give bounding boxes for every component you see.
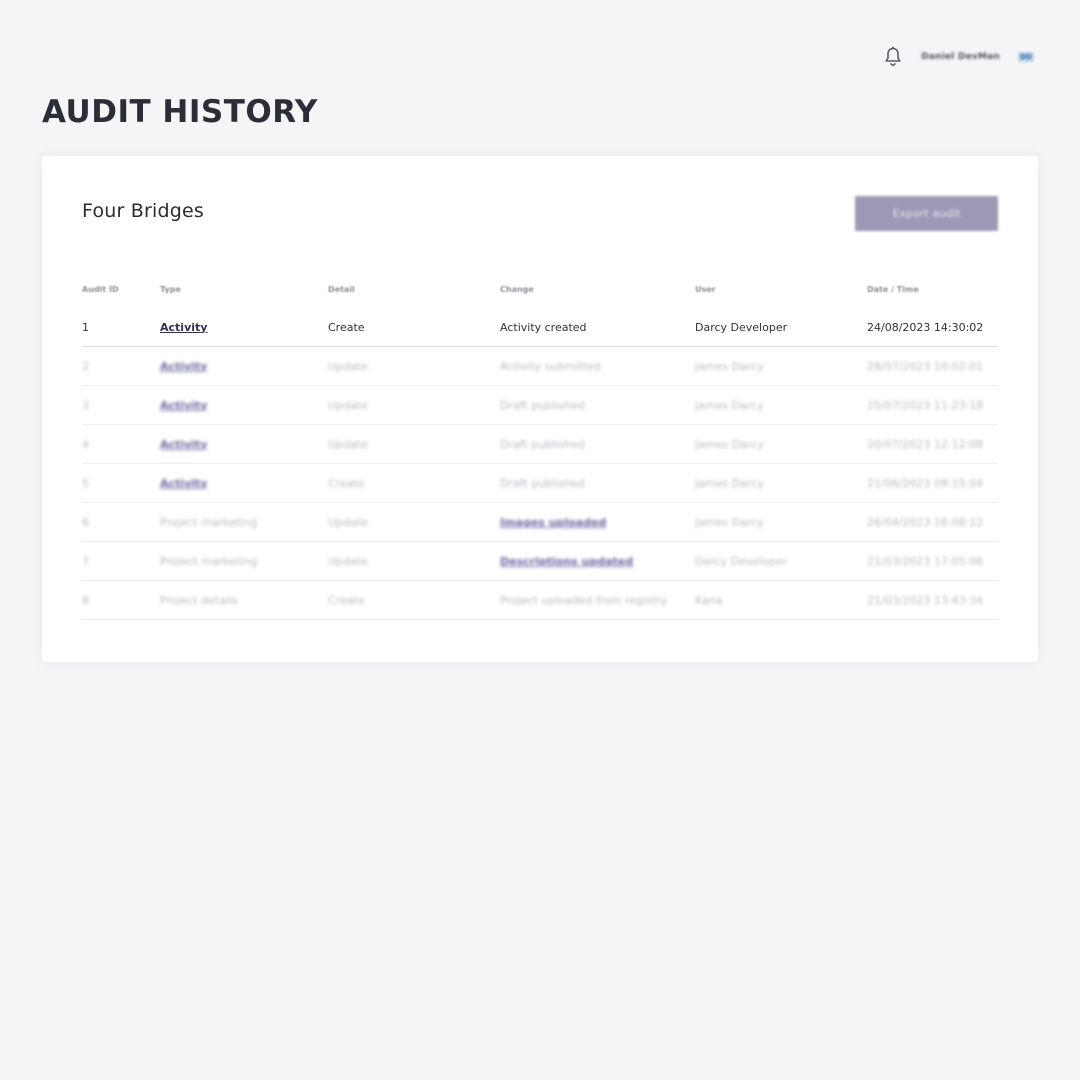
cell-detail: Create: [328, 463, 500, 503]
cell-detail: Update: [328, 541, 500, 581]
cell-change: Draft published: [500, 385, 695, 425]
cell-user: Darcy Developer: [695, 541, 867, 581]
change-link[interactable]: Images uploaded: [500, 516, 606, 529]
column-header-audit-id[interactable]: Audit ID: [82, 270, 160, 308]
cell-type: Project details: [160, 580, 328, 620]
cell-datetime: 21/03/2023 13:43:34: [867, 580, 998, 620]
audit-card: Four Bridges Export audit Audit ID Type …: [42, 156, 1038, 662]
cell-detail: Update: [328, 346, 500, 386]
cell-datetime: 28/07/2023 10:02:01: [867, 346, 998, 386]
bell-icon[interactable]: [883, 46, 903, 68]
cell-change: Draft published: [500, 424, 695, 464]
cell-type: Activity: [160, 308, 328, 347]
cell-change: Descriptions updated: [500, 541, 695, 581]
cell-audit-id: 7: [82, 541, 160, 581]
cell-user: Darcy Developer: [695, 308, 867, 347]
table-row[interactable]: 6 Project marketing Update Images upload…: [82, 502, 998, 542]
audit-table: Audit ID Type Detail Change User Date / …: [82, 270, 998, 620]
type-link[interactable]: Activity: [160, 477, 207, 490]
card-title: Four Bridges: [82, 200, 205, 222]
cell-audit-id: 6: [82, 502, 160, 542]
cell-detail: Create: [328, 580, 500, 620]
column-header-user[interactable]: User: [695, 270, 867, 308]
export-audit-button[interactable]: Export audit: [855, 196, 998, 231]
cell-datetime: 24/08/2023 14:30:02: [867, 308, 998, 347]
cell-type: Activity: [160, 463, 328, 503]
cell-datetime: 21/06/2023 09:15:04: [867, 463, 998, 503]
cell-user: James Darcy: [695, 463, 867, 503]
column-header-type[interactable]: Type: [160, 270, 328, 308]
column-header-detail[interactable]: Detail: [328, 270, 500, 308]
page-title: AUDIT HISTORY: [42, 94, 318, 130]
table-header: Audit ID Type Detail Change User Date / …: [82, 270, 998, 308]
change-link[interactable]: Descriptions updated: [500, 555, 633, 568]
cell-user: James Darcy: [695, 502, 867, 542]
cell-change: Project uploaded from registry: [500, 580, 695, 620]
table-row[interactable]: 2 Activity Update Activity submitted Jam…: [82, 346, 998, 386]
user-name[interactable]: Daniel DevMan: [921, 52, 1000, 62]
column-header-change[interactable]: Change: [500, 270, 695, 308]
cell-user: James Darcy: [695, 346, 867, 386]
cell-audit-id: 1: [82, 308, 160, 347]
cell-audit-id: 3: [82, 385, 160, 425]
cell-user: James Darcy: [695, 424, 867, 464]
cell-audit-id: 2: [82, 346, 160, 386]
cell-type: Project marketing: [160, 502, 328, 542]
cell-user: Kana: [695, 580, 867, 620]
cell-type: Project marketing: [160, 541, 328, 581]
cell-detail: Update: [328, 502, 500, 542]
cell-change: Images uploaded: [500, 502, 695, 542]
table-body: 1 Activity Create Activity created Darcy…: [82, 308, 998, 620]
cell-type: Activity: [160, 424, 328, 464]
cell-datetime: 26/04/2023 16:08:12: [867, 502, 998, 542]
table-row[interactable]: 4 Activity Update Draft published James …: [82, 424, 998, 464]
avatar[interactable]: DD: [1018, 52, 1034, 62]
type-link[interactable]: Activity: [160, 360, 207, 373]
cell-change: Activity submitted: [500, 346, 695, 386]
cell-detail: Create: [328, 308, 500, 347]
cell-audit-id: 5: [82, 463, 160, 503]
cell-detail: Update: [328, 385, 500, 425]
type-link[interactable]: Activity: [160, 438, 207, 451]
cell-datetime: 21/03/2023 17:05:06: [867, 541, 998, 581]
cell-user: James Darcy: [695, 385, 867, 425]
table-row[interactable]: 8 Project details Create Project uploade…: [82, 580, 998, 620]
table-row[interactable]: 7 Project marketing Update Descriptions …: [82, 541, 998, 581]
cell-change: Activity created: [500, 308, 695, 347]
cell-audit-id: 8: [82, 580, 160, 620]
table-row[interactable]: 5 Activity Create Draft published James …: [82, 463, 998, 503]
table-row[interactable]: 3 Activity Update Draft published James …: [82, 385, 998, 425]
type-link[interactable]: Activity: [160, 321, 207, 334]
type-link[interactable]: Activity: [160, 399, 207, 412]
cell-audit-id: 4: [82, 424, 160, 464]
top-bar: Daniel DevMan DD: [883, 44, 1034, 70]
cell-datetime: 25/07/2023 11:23:18: [867, 385, 998, 425]
cell-change: Draft published: [500, 463, 695, 503]
table-row[interactable]: 1 Activity Create Activity created Darcy…: [82, 308, 998, 347]
cell-type: Activity: [160, 346, 328, 386]
cell-datetime: 20/07/2023 12:12:08: [867, 424, 998, 464]
cell-type: Activity: [160, 385, 328, 425]
column-header-datetime[interactable]: Date / Time: [867, 270, 998, 308]
cell-detail: Update: [328, 424, 500, 464]
app-window: Daniel DevMan DD AUDIT HISTORY Four Brid…: [0, 0, 1080, 1080]
